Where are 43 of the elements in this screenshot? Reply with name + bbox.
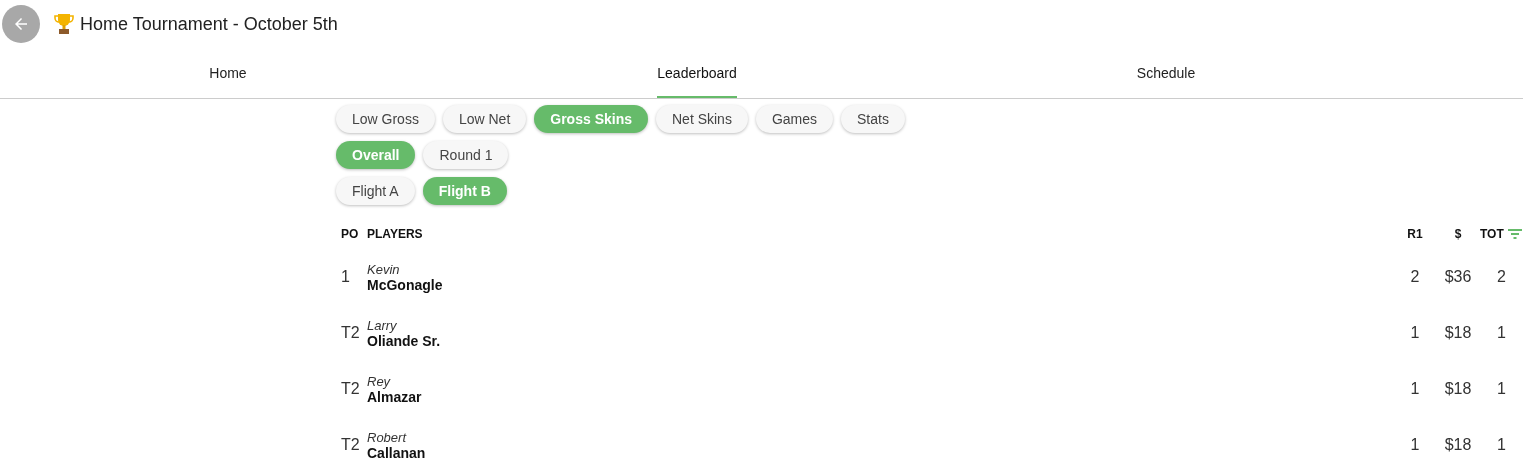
column-header[interactable]: $ — [1436, 227, 1480, 241]
first-name: Kevin — [367, 261, 401, 277]
back-button[interactable] — [2, 5, 40, 43]
filter-chip[interactable]: Low Gross — [336, 105, 435, 133]
money-cell-text: $18 — [1443, 380, 1473, 398]
score-cell-text: 1 — [1409, 324, 1421, 342]
position-cell-text: 1 — [340, 268, 351, 286]
filter-chip[interactable]: Low Net — [442, 105, 527, 133]
last-name: Almazar — [367, 388, 423, 405]
money-cell-text: $18 — [1443, 436, 1473, 454]
filter-chip[interactable]: Flight A — [336, 177, 415, 205]
filter-chip[interactable]: Round 1 — [423, 141, 509, 169]
position-cell-text: T2 — [340, 380, 361, 398]
column-header[interactable]: R1 — [1394, 227, 1436, 241]
page-title: Home Tournament - October 5th — [80, 13, 338, 35]
score-cell-text: 1 — [1409, 380, 1421, 398]
score-cell-text: 1 — [1409, 436, 1421, 454]
first-name: Larry — [367, 317, 398, 333]
tab[interactable]: Leaderboard — [456, 48, 938, 98]
column-header[interactable]: TOT — [1480, 227, 1504, 241]
last-name: McGonagle — [367, 276, 444, 293]
money-cell-text: $18 — [1443, 324, 1473, 342]
tab[interactable]: Schedule — [938, 48, 1394, 98]
total-cell-text: 1 — [1496, 380, 1507, 398]
score-cell-text: 2 — [1409, 268, 1421, 286]
money-cell-text: $36 — [1443, 268, 1473, 286]
filter-chip[interactable]: Net Skins — [656, 105, 748, 133]
total-cell-text: 1 — [1496, 436, 1507, 454]
sort-icon[interactable] — [1506, 228, 1523, 240]
total-cell-text: 1 — [1496, 324, 1507, 342]
last-name: Callanan — [367, 444, 427, 461]
filter-chip[interactable]: Games — [755, 105, 834, 133]
last-name: Oliande Sr. — [367, 332, 442, 349]
position-cell-text: T2 — [340, 324, 361, 342]
first-name: Rey — [367, 373, 392, 389]
position-cell-text: T2 — [340, 436, 361, 454]
filter-chip[interactable]: Stats — [841, 105, 905, 133]
first-name: Robert — [367, 429, 408, 445]
column-header[interactable]: PO — [336, 227, 362, 241]
total-cell-text: 2 — [1496, 268, 1507, 286]
trophy-icon — [54, 13, 74, 35]
tab[interactable]: Home — [0, 48, 456, 98]
column-header[interactable]: PLAYERS — [362, 227, 1394, 241]
